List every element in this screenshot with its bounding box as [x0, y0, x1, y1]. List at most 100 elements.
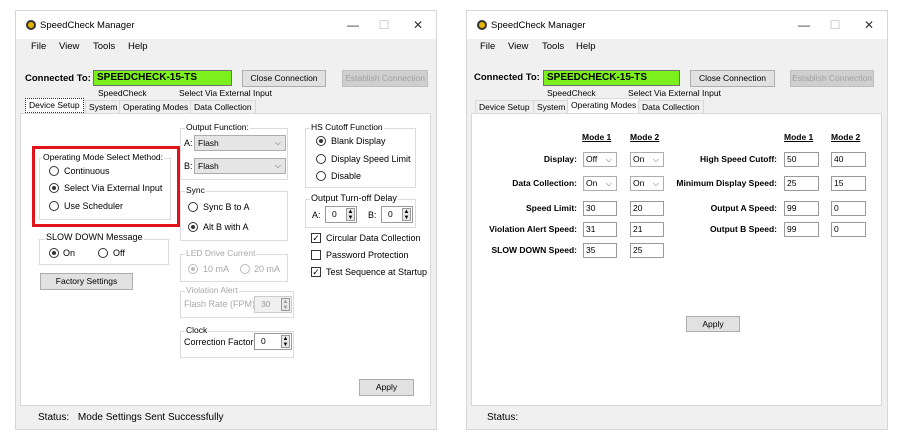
- flash-rate-spinner[interactable]: 30 ▲ ▼: [254, 296, 292, 313]
- turnoff-b-spinner[interactable]: 0 ▲ ▼: [381, 206, 413, 223]
- radio-disable[interactable]: [316, 171, 326, 181]
- close-icon[interactable]: ✕: [403, 16, 433, 34]
- checkbox-test-sequence[interactable]: ✓: [311, 267, 321, 277]
- menu-help[interactable]: Help: [576, 41, 596, 52]
- mode1-input[interactable]: 31: [583, 222, 617, 237]
- establish-connection-button[interactable]: Establish Connection: [790, 70, 874, 87]
- radio-alt-b-with-a-label: Alt B with A: [203, 222, 249, 232]
- radio-slow-off-label: Off: [113, 248, 125, 258]
- window-title: SpeedCheck Manager: [491, 20, 586, 31]
- turnoff-b-label: B:: [368, 210, 377, 220]
- chevron-down-icon: ⌵: [605, 179, 612, 188]
- mode1-input[interactable]: 35: [583, 243, 617, 258]
- row-label: SLOW DOWN Speed:: [491, 245, 577, 255]
- menu-tools[interactable]: Tools: [93, 41, 115, 52]
- spinner-arrows-icon[interactable]: ▲ ▼: [281, 335, 290, 348]
- mode1-input[interactable]: 99: [784, 222, 819, 237]
- radio-sync-b-to-a[interactable]: [188, 202, 198, 212]
- output-b-select[interactable]: Flash ⌵: [194, 158, 286, 174]
- menu-view[interactable]: View: [508, 41, 528, 52]
- mode-method-label: Select Via External Input: [628, 88, 721, 98]
- spinner-arrows-icon[interactable]: ▲ ▼: [402, 208, 411, 221]
- mode2-input[interactable]: 40: [831, 152, 866, 167]
- mode2-input[interactable]: 0: [831, 201, 866, 216]
- spinner-arrows-icon[interactable]: ▲ ▼: [281, 298, 290, 311]
- establish-connection-button[interactable]: Establish Connection: [342, 70, 428, 87]
- mode1-select[interactable]: On ⌵: [583, 176, 617, 191]
- menu-file[interactable]: File: [31, 41, 46, 52]
- mode2-header: Mode 2: [630, 132, 660, 142]
- output-a-select[interactable]: Flash ⌵: [194, 135, 286, 151]
- minimize-icon[interactable]: —: [789, 16, 819, 34]
- tab-operating-modes[interactable]: Operating Modes: [119, 100, 193, 113]
- maximize-icon[interactable]: ☐: [369, 16, 399, 34]
- mode2-value: 20: [633, 203, 643, 213]
- tab-system[interactable]: System: [85, 100, 122, 113]
- close-connection-button[interactable]: Close Connection: [690, 70, 775, 87]
- factory-settings-button[interactable]: Factory Settings: [40, 273, 133, 290]
- radio-use-scheduler[interactable]: [49, 201, 59, 211]
- spinner-arrows-icon[interactable]: ▲ ▼: [346, 208, 355, 221]
- radio-slow-on[interactable]: [49, 248, 59, 258]
- password-protection-label: Password Protection: [326, 250, 409, 260]
- flash-rate-value: 30: [261, 299, 271, 309]
- radio-sync-b-to-a-label: Sync B to A: [203, 202, 250, 212]
- tab-device-setup[interactable]: Device Setup: [25, 98, 84, 113]
- menu-help[interactable]: Help: [128, 41, 148, 52]
- radio-external-input-label: Select Via External Input: [64, 183, 163, 193]
- apply-button[interactable]: Apply: [686, 316, 740, 332]
- radio-display-speed-limit[interactable]: [316, 154, 326, 164]
- close-icon[interactable]: ✕: [854, 16, 884, 34]
- connected-label: Connected To:: [474, 72, 540, 83]
- mode2-input[interactable]: 0: [831, 222, 866, 237]
- close-connection-button[interactable]: Close Connection: [242, 70, 326, 87]
- mode1-input[interactable]: 99: [784, 201, 819, 216]
- menu-tools[interactable]: Tools: [542, 41, 564, 52]
- device-type-label: SpeedCheck: [98, 88, 147, 98]
- status-label: Status:: [487, 412, 519, 423]
- radio-blank-display[interactable]: [316, 136, 326, 146]
- checkbox-circular-data-collection[interactable]: ✓: [311, 233, 321, 243]
- radio-alt-b-with-a[interactable]: [188, 222, 198, 232]
- connected-label: Connected To:: [25, 73, 91, 84]
- radio-continuous[interactable]: [49, 166, 59, 176]
- tab-operating-modes[interactable]: Operating Modes: [567, 98, 641, 113]
- chevron-down-icon: ⌵: [274, 161, 281, 170]
- radio-slow-off[interactable]: [98, 248, 108, 258]
- turnoff-b-value: 0: [388, 209, 393, 219]
- mode2-value: 25: [633, 245, 643, 255]
- mode1-input[interactable]: 30: [583, 201, 617, 216]
- hs-cutoff-title: HS Cutoff Function: [310, 122, 384, 132]
- mode1-input[interactable]: 25: [784, 176, 819, 191]
- radio-continuous-label: Continuous: [64, 166, 110, 176]
- correction-factor-spinner[interactable]: 0 ▲ ▼: [254, 333, 292, 350]
- tab-data-collection[interactable]: Data Collection: [638, 100, 704, 113]
- tab-device-setup[interactable]: Device Setup: [475, 100, 534, 113]
- correction-factor-value: 0: [261, 336, 266, 346]
- tab-data-collection[interactable]: Data Collection: [190, 100, 256, 113]
- tab-system[interactable]: System: [533, 100, 570, 113]
- menu-file[interactable]: File: [480, 41, 495, 52]
- turnoff-a-spinner[interactable]: 0 ▲ ▼: [325, 206, 357, 223]
- mode1-select[interactable]: Off ⌵: [583, 152, 617, 167]
- minimize-icon[interactable]: —: [338, 16, 368, 34]
- radio-external-input[interactable]: [49, 183, 59, 193]
- radio-10ma-label: 10 mA: [203, 264, 230, 274]
- mode2-input[interactable]: 25: [630, 243, 664, 258]
- mode-select-title: Operating Mode Select Method:: [42, 152, 165, 162]
- chevron-down-icon: ⌵: [605, 155, 612, 164]
- maximize-icon[interactable]: ☐: [820, 16, 850, 34]
- radio-slow-on-label: On: [63, 248, 76, 258]
- radio-20ma[interactable]: [240, 264, 250, 274]
- row-label: High Speed Cutoff:: [700, 154, 777, 164]
- radio-blank-display-label: Blank Display: [331, 136, 386, 146]
- mode1-input[interactable]: 50: [784, 152, 819, 167]
- apply-button[interactable]: Apply: [359, 379, 414, 396]
- checkbox-password-protection[interactable]: [311, 250, 321, 260]
- radio-10ma[interactable]: [188, 264, 198, 274]
- menu-view[interactable]: View: [59, 41, 79, 52]
- mode2-input[interactable]: 15: [831, 176, 866, 191]
- mode1-header: Mode 1: [582, 132, 612, 142]
- left-window: SpeedCheck Manager — ☐ ✕ File View Tools…: [15, 10, 437, 430]
- violation-alert-title: Violation Alert: [185, 285, 239, 295]
